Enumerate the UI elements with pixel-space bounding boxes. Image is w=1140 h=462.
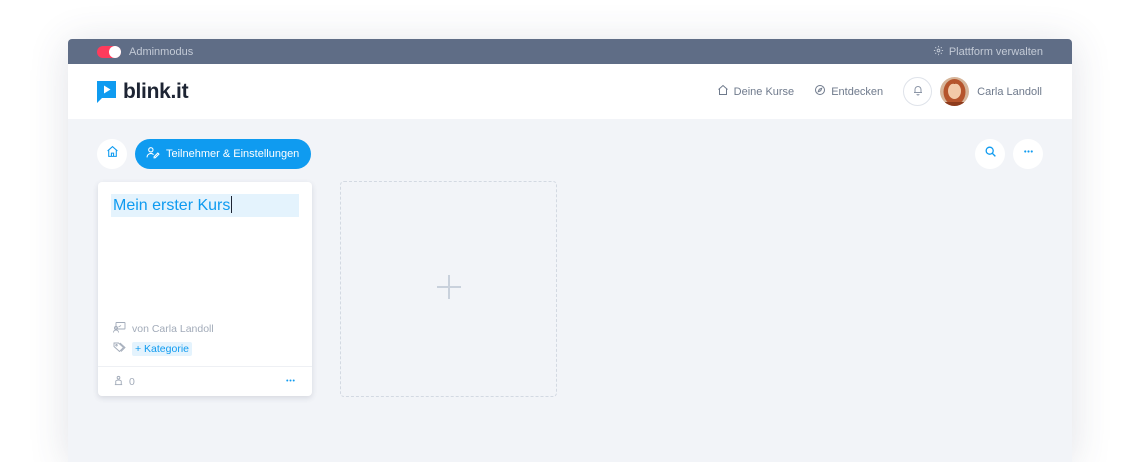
ellipsis-icon [1022,145,1035,163]
participants-settings-button[interactable]: Teilnehmer & Einstellungen [135,139,312,169]
add-category-button[interactable]: + Kategorie [132,341,192,356]
top-header: blink.it Deine Kurse Entdecken Carla Lan… [68,64,1072,119]
user-edit-icon [146,146,160,162]
brand-logo[interactable]: blink.it [97,79,189,104]
admin-bar: Adminmodus Plattform verwalten [68,39,1072,64]
play-logo-icon [97,80,116,103]
manage-platform-label: Plattform verwalten [948,45,1043,58]
course-card[interactable]: Mein erster Kurs von Carla Landoll + Kat… [98,182,312,396]
nav-entdecken[interactable]: Entdecken [814,84,883,99]
ellipsis-icon [286,379,295,382]
bell-icon [912,83,924,101]
gear-icon [933,45,944,59]
user-name[interactable]: Carla Landoll [977,86,1042,98]
course-category: + Kategorie [113,341,192,356]
course-title-text: Mein erster Kurs [113,197,231,214]
participants-settings-label: Teilnehmer & Einstellungen [166,148,300,160]
text-caret [231,196,233,213]
course-author: von Carla Landoll [113,321,214,336]
user-avatar[interactable] [940,77,970,106]
participants-count: 0 [129,375,135,388]
nav-deine-kurse[interactable]: Deine Kurse [717,84,795,99]
card-footer: 0 [98,366,312,396]
app-window: Adminmodus Plattform verwalten blink.it … [68,39,1072,462]
search-icon [984,145,997,163]
tag-icon [113,341,126,356]
add-course-card[interactable] [340,181,557,397]
participants-icon [113,375,129,389]
plus-icon [436,274,462,305]
brand-name: blink.it [123,79,189,103]
course-title-input[interactable]: Mein erster Kurs [111,194,299,217]
manage-platform-link[interactable]: Plattform verwalten [933,45,1043,59]
search-button[interactable] [975,139,1005,169]
more-options-button[interactable] [1013,139,1043,169]
nav-label: Entdecken [831,85,884,98]
notifications-button[interactable] [903,77,933,106]
home-button[interactable] [97,139,127,169]
admin-mode-label: Adminmodus [129,45,194,58]
nav-label: Deine Kurse [733,85,795,98]
home-icon [717,84,729,99]
presenter-icon [113,321,126,336]
admin-mode-toggle[interactable] [97,45,121,58]
home-icon [106,145,119,163]
course-toolbar: Teilnehmer & Einstellungen [97,139,1043,169]
toggle-knob [109,45,121,58]
author-label: von Carla Landoll [132,322,214,335]
compass-icon [814,84,826,99]
card-more-button[interactable] [285,374,301,389]
